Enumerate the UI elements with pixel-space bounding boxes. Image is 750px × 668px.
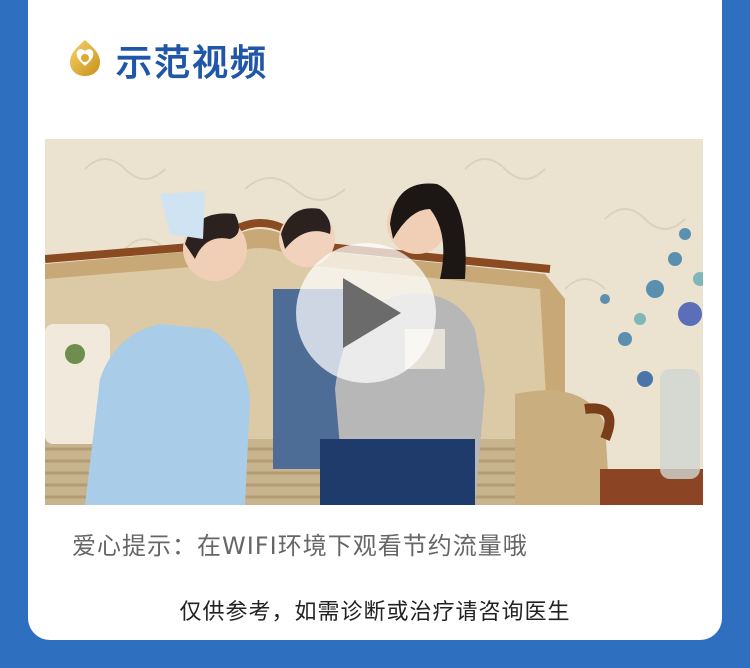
heart-badge-icon [68,38,116,82]
wifi-tip-text: 爱心提示：在WIFI环境下观看节约流量哦 [72,532,528,560]
content-card: 示范视频 爱心提示：在WIFI环境下观看节约流量哦 仅供参考，如需诊断或治疗请咨… [28,0,722,640]
play-icon [343,278,401,348]
disclaimer-text: 仅供参考，如需诊断或治疗请咨询医生 [179,600,571,625]
section-title: 示范视频 [116,43,269,84]
video-player[interactable] [45,139,703,505]
play-button[interactable] [296,243,436,383]
section-header: 示范视频 [68,38,268,84]
